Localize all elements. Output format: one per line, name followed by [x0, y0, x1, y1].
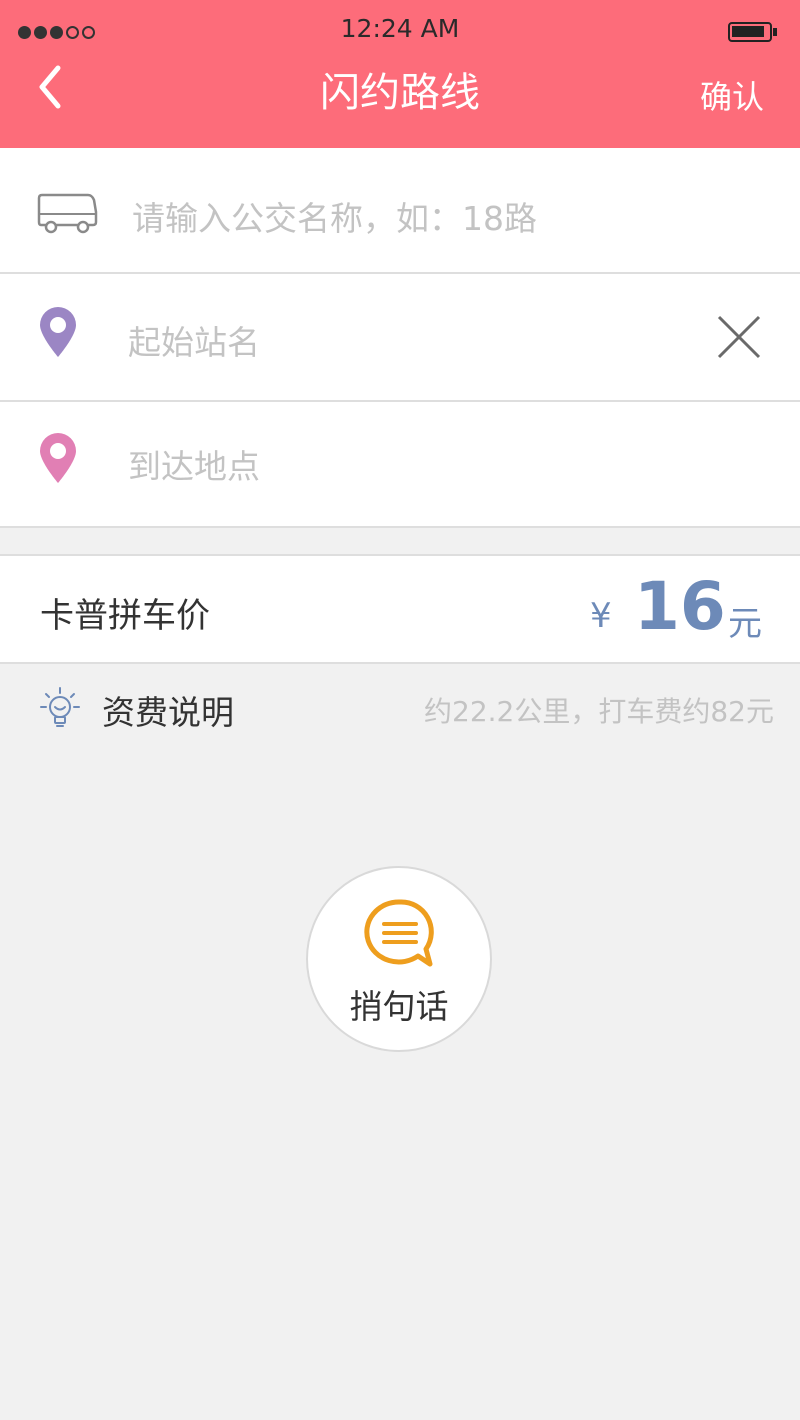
close-icon	[717, 315, 761, 359]
price-unit: 元	[728, 604, 762, 644]
status-time: 12:24 AM	[340, 14, 460, 43]
chevron-left-icon	[39, 65, 61, 109]
app-header: 12:24 AM 闪约路线 确认	[0, 0, 800, 148]
chat-bubble-icon	[364, 899, 434, 967]
fee-estimate-text: 约22.2公里，打车费约82元	[424, 695, 774, 728]
destination-field[interactable]: 到达地点	[0, 402, 800, 526]
bus-name-field[interactable]: 请输入公交名称，如：18路	[0, 148, 800, 272]
start-station-placeholder: 起始站名	[128, 323, 260, 362]
destination-placeholder: 到达地点	[128, 447, 260, 486]
battery-icon	[728, 22, 777, 42]
currency-symbol: ¥	[590, 596, 612, 636]
lightbulb-icon	[40, 687, 80, 727]
page-title: 闪约路线	[320, 70, 480, 116]
fee-info-label: 资费说明	[102, 693, 234, 732]
map-pin-pink-icon	[40, 433, 76, 483]
map-pin-purple-icon	[40, 307, 76, 357]
price-label: 卡普拼车价	[40, 596, 210, 636]
price-card: 卡普拼车价 ¥ 16 元	[0, 554, 800, 664]
clear-button[interactable]	[714, 312, 764, 362]
back-button[interactable]	[26, 62, 76, 112]
status-bar: 12:24 AM	[0, 0, 800, 60]
fee-info-row[interactable]: 资费说明 约22.2公里，打车费约82元	[0, 680, 800, 736]
send-message-button[interactable]: 捎句话	[306, 866, 492, 1052]
divider	[0, 526, 800, 528]
route-form: 请输入公交名称，如：18路 起始站名 到达地点	[0, 148, 800, 526]
price-amount: 16	[634, 568, 726, 645]
bus-icon	[37, 193, 98, 234]
send-message-label: 捎句话	[349, 987, 449, 1026]
bus-name-placeholder: 请输入公交名称，如：18路	[132, 199, 537, 238]
start-station-field[interactable]: 起始站名	[0, 274, 800, 400]
confirm-button[interactable]: 确认	[700, 72, 764, 118]
